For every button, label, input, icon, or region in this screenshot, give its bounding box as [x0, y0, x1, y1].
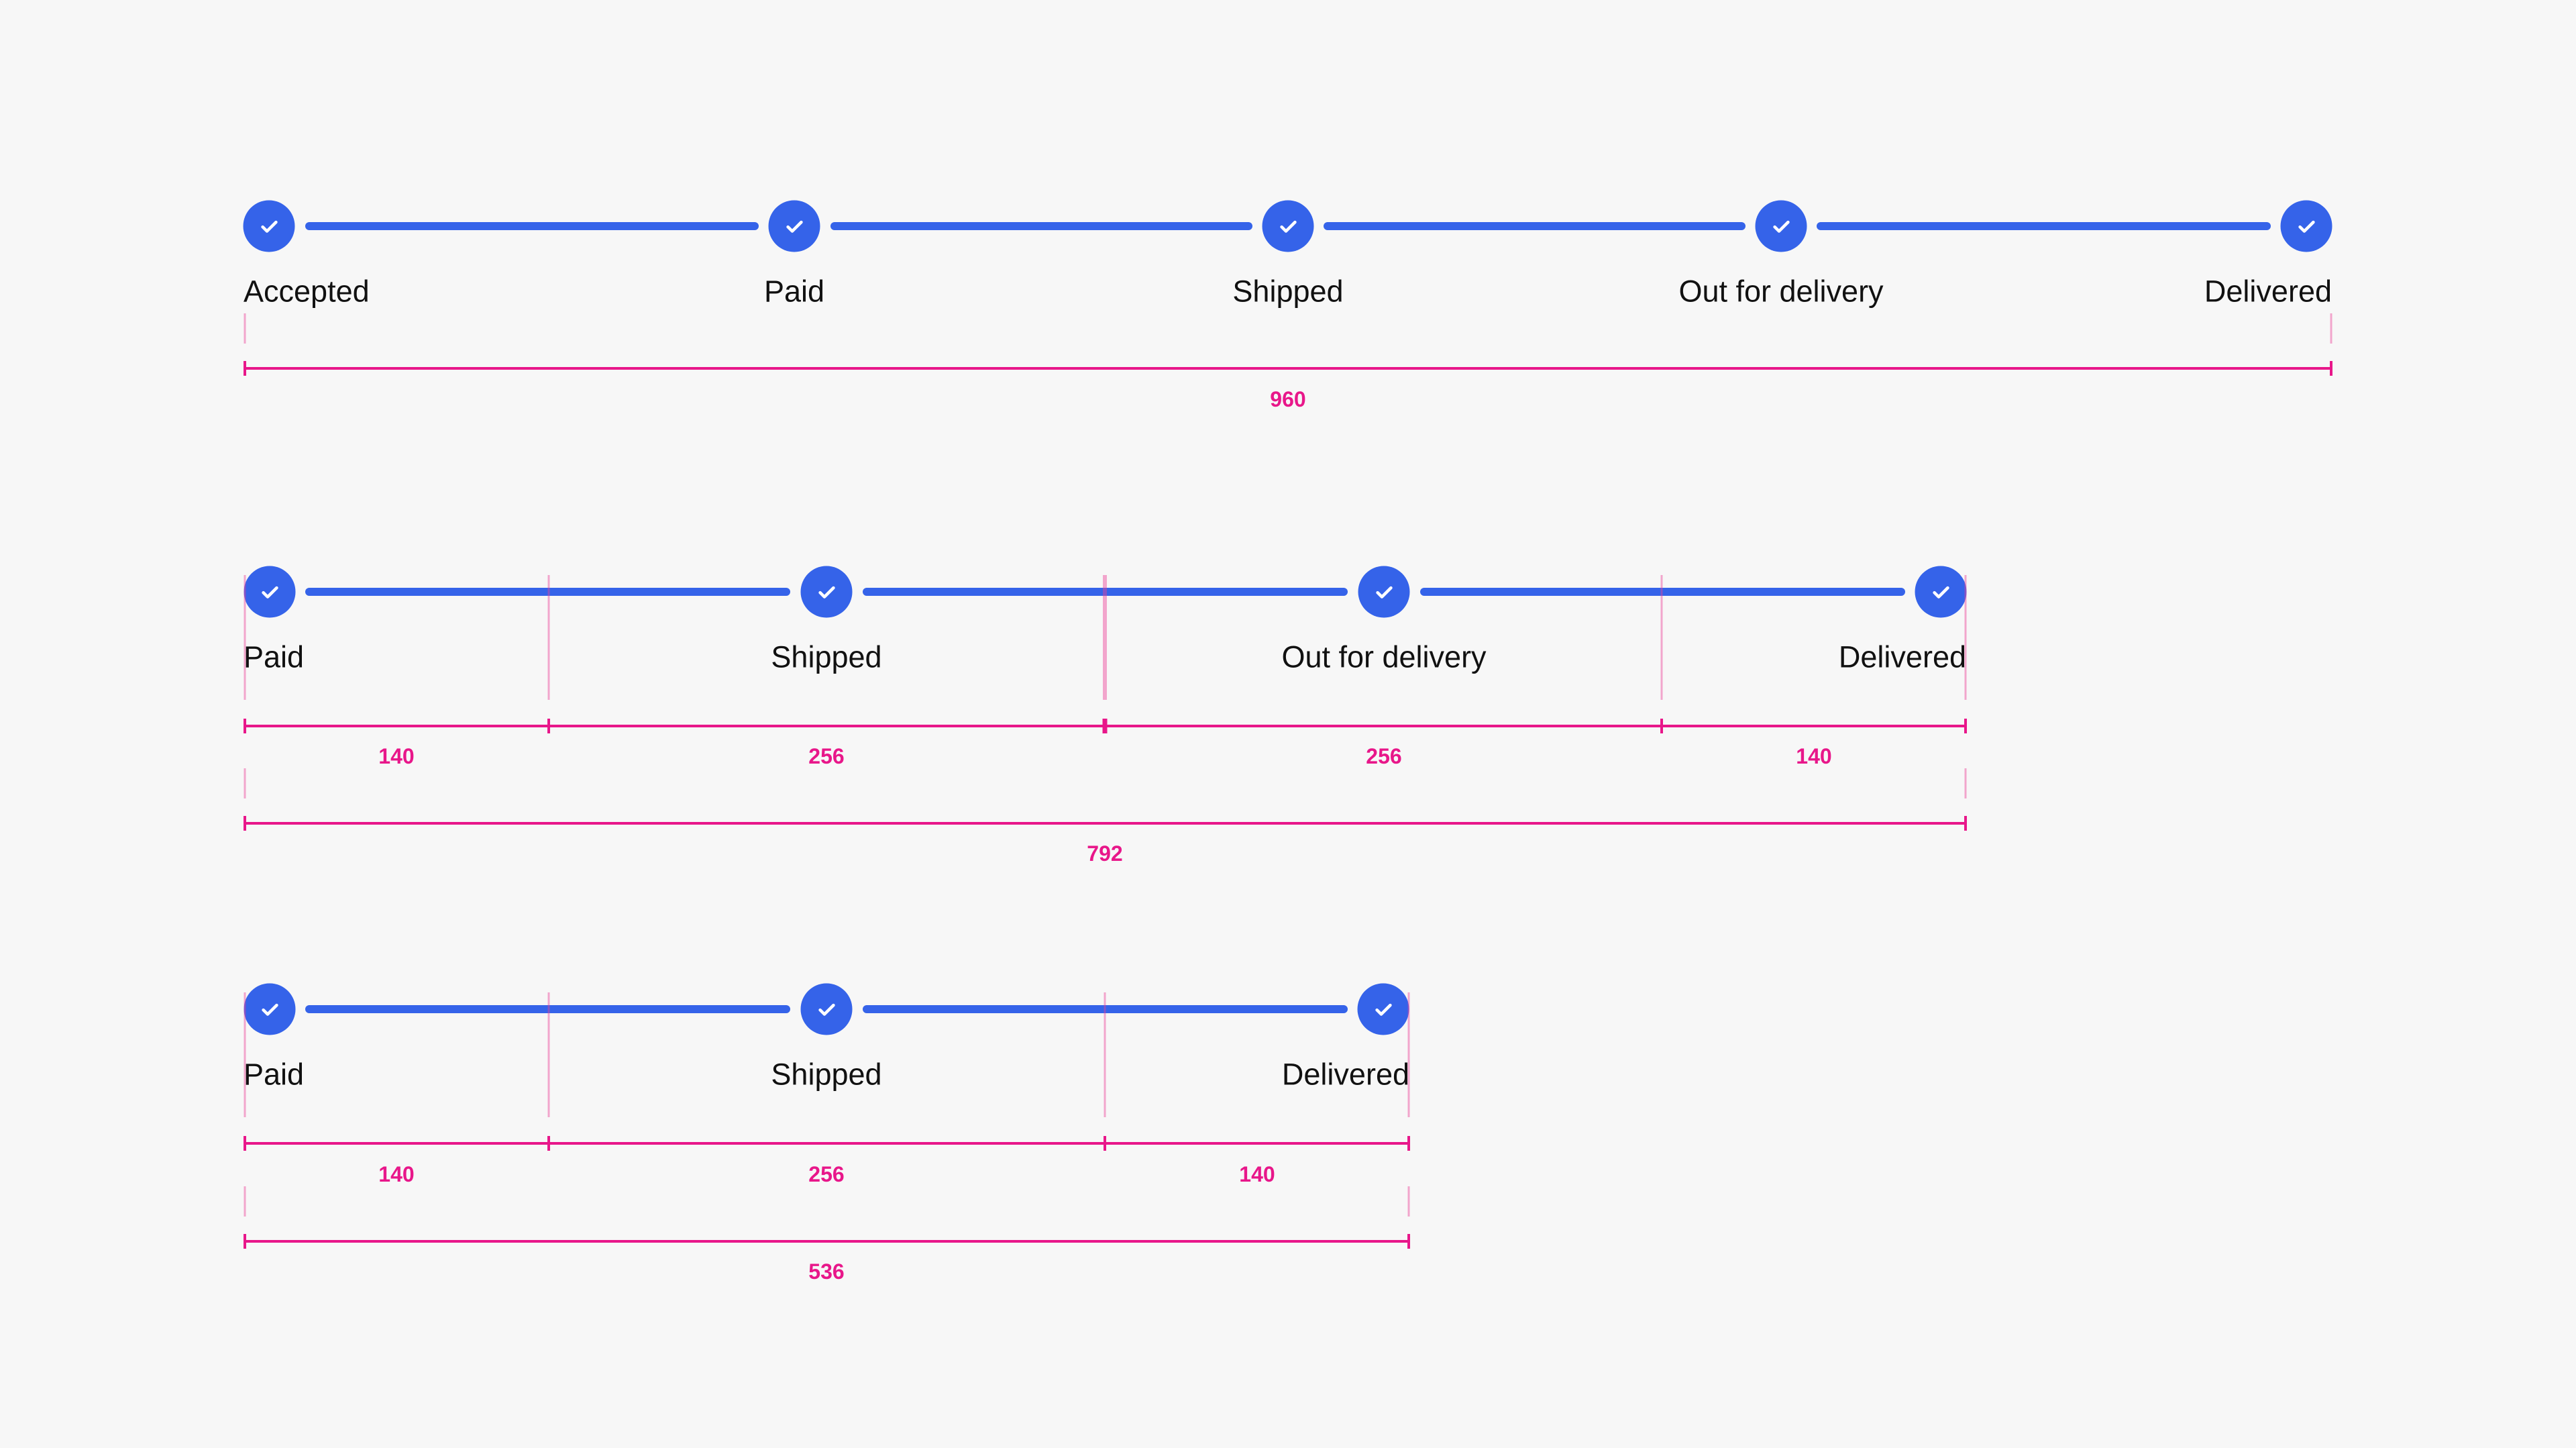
extension-line: [2330, 313, 2332, 344]
connector: [1324, 222, 1746, 230]
dimension-tick: [547, 719, 550, 733]
check-icon: [1772, 220, 1790, 233]
connector: [1817, 222, 2271, 230]
check-icon: [786, 220, 803, 233]
dimension-line-total: [245, 822, 1966, 825]
extension-line: [1407, 1186, 1410, 1217]
dimension-line-total: [245, 367, 2331, 370]
check-icon: [818, 586, 835, 599]
dimension-value-segment: 140: [378, 1162, 415, 1186]
column-guide: [547, 575, 550, 700]
dimension-tick: [1102, 719, 1108, 733]
step-label: Paid: [244, 639, 305, 674]
step-label: Delivered: [1838, 639, 1966, 674]
step-indicator-accepted: [243, 200, 295, 252]
dimension-value-segment: 256: [1366, 744, 1402, 768]
step-label: Paid: [244, 1057, 305, 1092]
check-icon: [818, 1003, 835, 1016]
dimension-tick: [1964, 719, 1967, 733]
step-indicator-shipped: [800, 566, 853, 618]
column-guide: [1103, 575, 1107, 700]
step-label: Paid: [763, 274, 825, 309]
dimension-value-total: 536: [808, 1259, 845, 1284]
step-label: Out for delivery: [1678, 274, 1884, 309]
dimension-tick: [244, 361, 246, 376]
step-label: Shipped: [1232, 274, 1344, 309]
dimension-tick: [1660, 719, 1663, 733]
column-guide: [1660, 575, 1663, 700]
dimension-tick: [547, 1136, 550, 1151]
step-indicator-out-for-delivery: [1358, 566, 1410, 618]
column-guide: [547, 992, 550, 1117]
dimension-value-segment: 256: [808, 744, 845, 768]
dimension-value-segment: 256: [808, 1162, 845, 1186]
column-guide: [1104, 992, 1106, 1117]
connector: [305, 222, 759, 230]
check-icon: [1375, 586, 1393, 599]
check-icon: [261, 586, 278, 599]
step-indicator-delivered: [1915, 566, 1967, 618]
check-icon: [260, 220, 278, 233]
dimension-tick: [244, 719, 246, 733]
step-label: Accepted: [244, 274, 370, 309]
dimension-value-total: 792: [1087, 841, 1123, 866]
dimension-line-segments: [245, 1142, 1409, 1145]
step-indicator-out-for-delivery: [1755, 200, 1807, 252]
dimension-value-segment: 140: [378, 744, 415, 768]
dimension-tick: [244, 1234, 246, 1249]
dimension-value-segment: 140: [1796, 744, 1832, 768]
column-guide: [1964, 575, 1967, 700]
step-label: Delivered: [1281, 1057, 1409, 1092]
column-guide: [1407, 992, 1410, 1117]
dimension-tick: [1407, 1136, 1410, 1151]
dimension-tick: [1104, 1136, 1106, 1151]
column-guide: [244, 575, 246, 700]
dimension-tick: [244, 816, 246, 831]
check-icon: [1375, 1003, 1392, 1016]
step-indicator-shipped: [800, 983, 853, 1035]
step-indicator-paid: [244, 983, 296, 1035]
dimension-tick: [244, 1136, 246, 1151]
dimension-value-segment: 140: [1239, 1162, 1275, 1186]
connector: [1420, 588, 1905, 596]
step-indicator-paid: [244, 566, 296, 618]
extension-line: [244, 313, 246, 344]
check-icon: [261, 1003, 278, 1016]
dimension-line-total: [245, 1240, 1409, 1243]
connector: [830, 222, 1252, 230]
dimension-value-total: 960: [1270, 387, 1306, 411]
dimension-tick: [1407, 1234, 1410, 1249]
check-icon: [1932, 586, 1949, 599]
column-guide: [244, 992, 246, 1117]
step-indicator-delivered: [1357, 983, 1409, 1035]
extension-line: [244, 768, 246, 798]
step-label: Out for delivery: [1281, 639, 1487, 674]
step-label: Delivered: [2204, 274, 2332, 309]
step-label: Shipped: [771, 639, 882, 674]
step-indicator-shipped: [1262, 200, 1314, 252]
extension-line: [1964, 768, 1967, 798]
step-label: Shipped: [771, 1057, 882, 1092]
dimension-tick: [1964, 816, 1967, 831]
check-icon: [1279, 220, 1297, 233]
extension-line: [244, 1186, 246, 1217]
step-indicator-paid: [768, 200, 820, 252]
step-indicator-delivered: [2280, 200, 2332, 252]
dimension-tick: [2330, 361, 2332, 376]
check-icon: [2298, 220, 2315, 233]
